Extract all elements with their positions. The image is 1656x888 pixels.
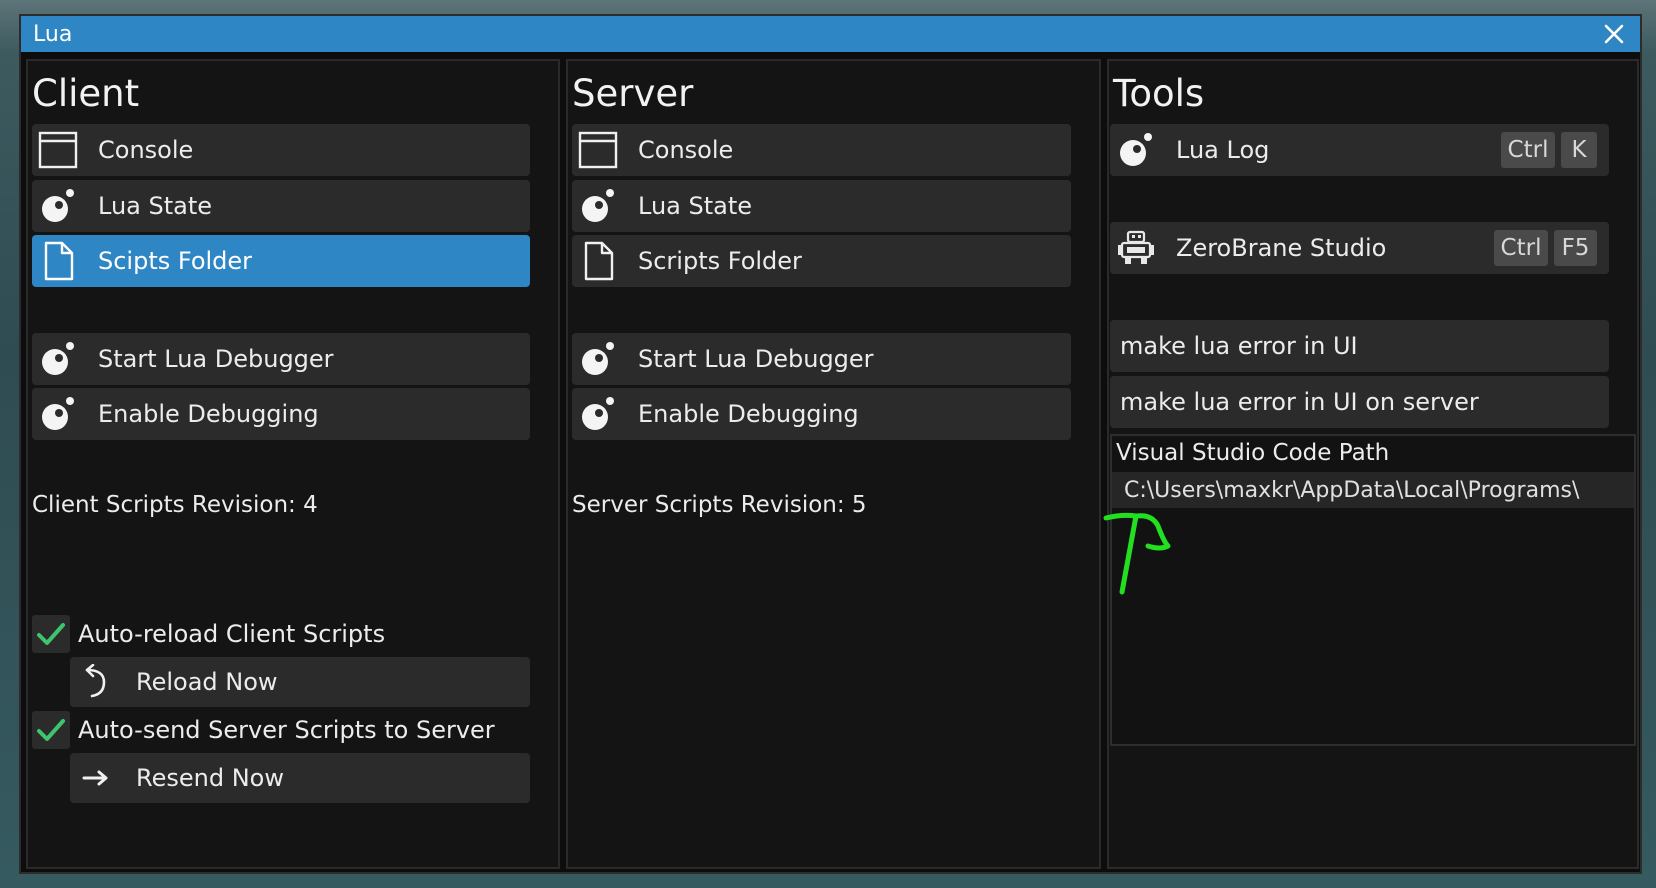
auto-send-checkbox[interactable] bbox=[32, 711, 70, 749]
annotation-scribble bbox=[1103, 512, 1171, 595]
client-start-debugger-label: Start Lua Debugger bbox=[98, 345, 334, 373]
server-enable-debugging-label: Enable Debugging bbox=[638, 400, 859, 428]
auto-send-label: Auto-send Server Scripts to Server bbox=[78, 716, 495, 744]
client-console-button[interactable]: Console bbox=[32, 124, 530, 176]
zerobrane-studio-label: ZeroBrane Studio bbox=[1176, 234, 1387, 262]
reload-now-label: Reload Now bbox=[136, 668, 278, 696]
robot-icon bbox=[1114, 226, 1158, 270]
undo-arrow-icon bbox=[74, 660, 118, 704]
window-icon bbox=[36, 128, 80, 172]
client-title: Client bbox=[32, 72, 140, 115]
document-icon bbox=[576, 239, 620, 283]
lua-logo-icon bbox=[36, 184, 80, 228]
checkmark-icon bbox=[37, 719, 65, 741]
lua-logo-icon bbox=[576, 337, 620, 381]
vscode-path-label: Visual Studio Code Path bbox=[1116, 440, 1390, 466]
checkmark-icon bbox=[37, 623, 65, 645]
server-start-debugger-button[interactable]: Start Lua Debugger bbox=[572, 333, 1071, 385]
window-title: Lua bbox=[33, 22, 73, 47]
server-panel: Server Console Lua State Scripts Folder … bbox=[566, 59, 1101, 869]
auto-reload-label: Auto-reload Client Scripts bbox=[78, 620, 386, 648]
close-icon bbox=[1604, 24, 1624, 44]
server-start-debugger-label: Start Lua Debugger bbox=[638, 345, 874, 373]
shortcut-key-k: K bbox=[1561, 132, 1597, 168]
client-enable-debugging-button[interactable]: Enable Debugging bbox=[32, 388, 530, 440]
client-console-label: Console bbox=[98, 136, 194, 164]
client-lua-state-label: Lua State bbox=[98, 192, 213, 220]
server-title: Server bbox=[572, 72, 694, 115]
shortcut-key-ctrl: Ctrl bbox=[1494, 230, 1548, 266]
make-lua-error-ui-server-button[interactable]: make lua error in UI on server bbox=[1110, 376, 1609, 428]
close-button[interactable] bbox=[1598, 18, 1630, 50]
shortcut-key-f5: F5 bbox=[1554, 230, 1597, 266]
document-icon bbox=[36, 239, 80, 283]
resend-now-label: Resend Now bbox=[136, 764, 284, 792]
server-lua-state-label: Lua State bbox=[638, 192, 753, 220]
make-lua-error-ui-label: make lua error in UI bbox=[1120, 332, 1358, 360]
lua-log-button[interactable]: Lua Log Ctrl K bbox=[1110, 124, 1609, 176]
make-lua-error-ui-button[interactable]: make lua error in UI bbox=[1110, 320, 1609, 372]
server-scripts-folder-button[interactable]: Scripts Folder bbox=[572, 235, 1071, 287]
reload-now-button[interactable]: Reload Now bbox=[70, 657, 530, 707]
shortcut-key-ctrl: Ctrl bbox=[1501, 132, 1555, 168]
lua-log-label: Lua Log bbox=[1176, 136, 1270, 164]
server-lua-state-button[interactable]: Lua State bbox=[572, 180, 1071, 232]
client-start-debugger-button[interactable]: Start Lua Debugger bbox=[32, 333, 530, 385]
make-lua-error-ui-server-label: make lua error in UI on server bbox=[1120, 388, 1479, 416]
zerobrane-studio-button[interactable]: ZeroBrane Studio Ctrl F5 bbox=[1110, 222, 1609, 274]
server-console-button[interactable]: Console bbox=[572, 124, 1071, 176]
right-arrow-icon bbox=[74, 756, 118, 800]
auto-reload-row: Auto-reload Client Scripts bbox=[32, 613, 385, 655]
tools-title: Tools bbox=[1113, 72, 1205, 115]
server-enable-debugging-button[interactable]: Enable Debugging bbox=[572, 388, 1071, 440]
lua-logo-icon bbox=[1114, 128, 1158, 172]
auto-send-row: Auto-send Server Scripts to Server bbox=[32, 709, 495, 751]
window-icon bbox=[576, 128, 620, 172]
title-bar[interactable]: Lua bbox=[21, 16, 1640, 52]
client-scripts-folder-label: Scipts Folder bbox=[98, 247, 253, 275]
vscode-path-section: Visual Studio Code Path bbox=[1110, 434, 1636, 746]
lua-logo-icon bbox=[36, 392, 80, 436]
lua-logo-icon bbox=[36, 337, 80, 381]
lua-logo-icon bbox=[576, 392, 620, 436]
resend-now-button[interactable]: Resend Now bbox=[70, 753, 530, 803]
client-lua-state-button[interactable]: Lua State bbox=[32, 180, 530, 232]
server-scripts-folder-label: Scripts Folder bbox=[638, 247, 802, 275]
auto-reload-checkbox[interactable] bbox=[32, 615, 70, 653]
client-scripts-folder-button[interactable]: Scipts Folder bbox=[32, 235, 530, 287]
tools-panel: Tools Lua Log Ctrl K ZeroBrane Studio Ct… bbox=[1107, 59, 1639, 869]
lua-logo-icon bbox=[576, 184, 620, 228]
lua-window: Lua Client Console Lua State Scipts Fold… bbox=[19, 14, 1642, 874]
server-console-label: Console bbox=[638, 136, 734, 164]
client-scripts-revision: Client Scripts Revision: 4 bbox=[32, 492, 318, 518]
vscode-path-input[interactable] bbox=[1112, 472, 1634, 508]
client-panel: Client Console Lua State Scipts Folder S… bbox=[26, 59, 560, 869]
client-enable-debugging-label: Enable Debugging bbox=[98, 400, 319, 428]
server-scripts-revision: Server Scripts Revision: 5 bbox=[572, 492, 867, 518]
